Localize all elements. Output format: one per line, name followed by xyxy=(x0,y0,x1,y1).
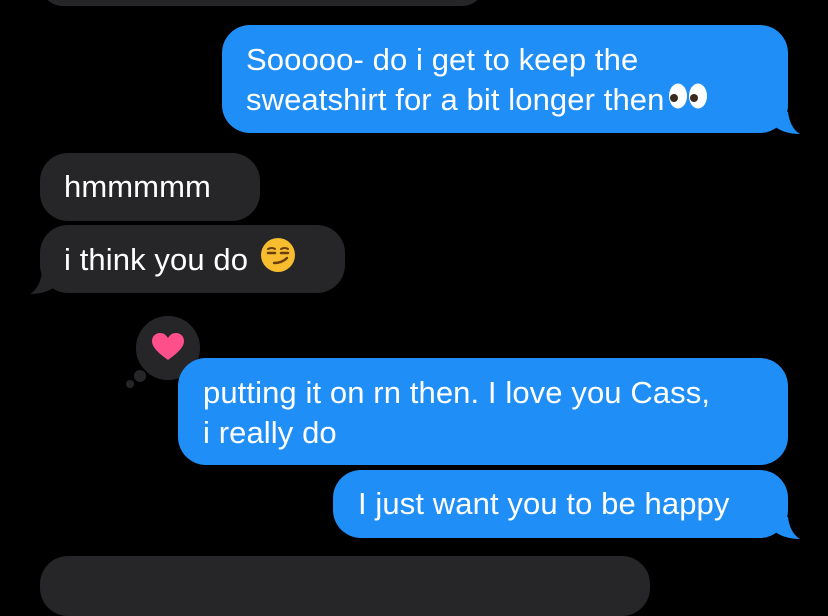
sent-message-bubble[interactable]: putting it on rn then. I love you Cass, … xyxy=(178,358,788,465)
bubble-tail xyxy=(770,517,800,539)
next-message-bubble[interactable] xyxy=(40,556,650,616)
eyes-emoji xyxy=(668,80,708,120)
received-message-bubble[interactable]: hmmmmm xyxy=(40,153,260,221)
received-message-bubble[interactable]: i think you do xyxy=(40,225,345,293)
previous-message-bubble[interactable] xyxy=(40,0,485,6)
message-text-line: putting it on rn then. I love you Cass, xyxy=(203,375,711,410)
bubble-tail xyxy=(770,112,800,134)
sent-message-bubble[interactable]: I just want you to be happy xyxy=(333,470,788,538)
message-text-line: i really do xyxy=(203,415,337,450)
message-text-line: I just want you to be happy xyxy=(358,486,730,521)
bubble-tail xyxy=(30,272,60,294)
message-text-line: i think you do xyxy=(64,237,345,285)
message-text-line: Sooooo- do i get to keep the xyxy=(246,42,639,77)
message-text-line: hmmmmm xyxy=(64,169,211,204)
message-text-line: sweatshirt for a bit longer then xyxy=(246,80,788,122)
smirk-emoji xyxy=(260,237,296,283)
sent-message-bubble[interactable]: Sooooo- do i get to keep the sweatshirt … xyxy=(222,25,788,133)
